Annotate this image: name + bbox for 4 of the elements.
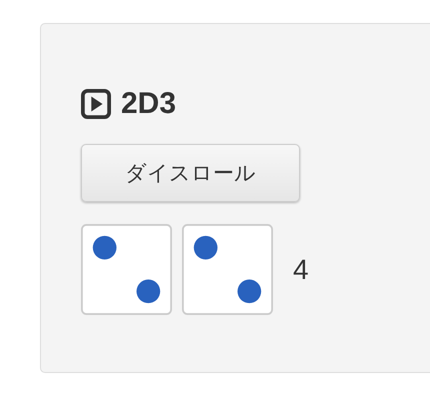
dice-roll-button[interactable]: ダイスロール (81, 144, 300, 202)
dice-title: 2D3 (121, 87, 176, 121)
play-icon (81, 89, 111, 119)
dice-total: 4 (293, 254, 309, 286)
